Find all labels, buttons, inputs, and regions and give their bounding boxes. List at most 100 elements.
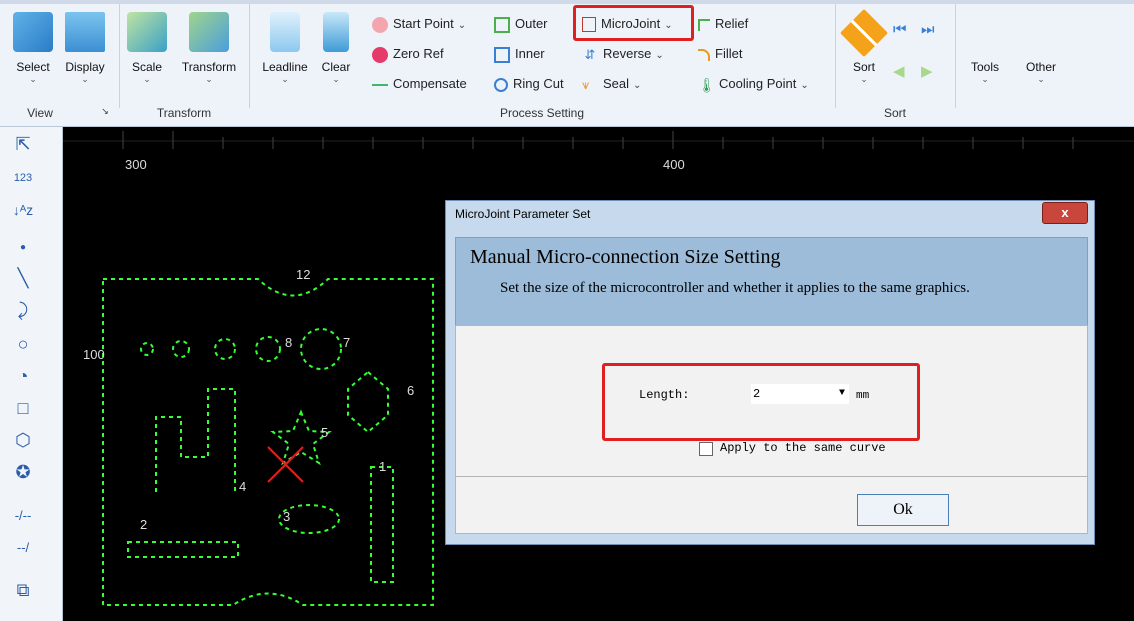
ruler-ticks <box>63 131 1134 149</box>
number-icon[interactable]: 123 <box>10 165 36 191</box>
chevron-down-icon: ⌄ <box>981 74 989 84</box>
ruler-label-400: 400 <box>663 157 685 172</box>
arc-icon[interactable]: ◔ <box>10 363 36 389</box>
leadline-icon <box>270 12 300 52</box>
relief-icon <box>698 18 710 31</box>
compensate-button[interactable]: Compensate <box>372 74 467 94</box>
dialog-launcher-icon[interactable]: ↘ <box>98 106 112 117</box>
seal-button[interactable]: ⩛ Seal ⌄ <box>582 74 641 94</box>
point-icon[interactable]: ● <box>10 235 36 261</box>
star-icon[interactable]: ✪ <box>10 459 36 485</box>
circle-icon[interactable]: ○ <box>10 331 36 357</box>
length-dropdown[interactable]: 2 ▼ <box>751 384 849 404</box>
part-number: 3 <box>283 509 291 524</box>
apply-same-curve-label: Apply to the same curve <box>720 441 886 455</box>
array-icon[interactable]: ⧉ <box>10 577 36 603</box>
chevron-down-icon: ⌄ <box>1037 74 1045 84</box>
line-icon[interactable]: ╲ <box>10 265 36 291</box>
sort-az-icon[interactable]: ↓ᴬz <box>10 197 36 223</box>
clear-button[interactable]: Clear ⌄ <box>312 12 360 84</box>
part-number: 5 <box>321 425 329 440</box>
hole-3 <box>214 338 236 360</box>
fillet-icon <box>698 48 710 61</box>
part-paths <box>102 278 434 606</box>
scale-button[interactable]: Scale ⌄ <box>118 12 176 84</box>
zero-ref-button[interactable]: Zero Ref <box>372 44 444 64</box>
fillet-button[interactable]: Fillet <box>698 44 742 64</box>
dialog-title: MicroJoint Parameter Set <box>455 207 591 221</box>
dialog-body: Length: 2 ▼ mm Apply to the same curve <box>455 325 1088 477</box>
seal-icon: ⩛ <box>582 76 590 92</box>
zero-ref-icon <box>372 46 388 63</box>
chevron-down-icon: ⌄ <box>332 74 340 84</box>
group-label-sort: Sort <box>883 106 906 120</box>
chevron-down-icon: ⌄ <box>633 80 642 91</box>
dropdown-arrow-icon: ▼ <box>838 388 845 399</box>
select-icon <box>13 12 53 52</box>
rectangle-icon[interactable]: □ <box>10 395 36 421</box>
polyline-icon[interactable]: ⤸ <box>10 297 36 323</box>
sort-icon <box>839 8 889 58</box>
ring-cut-button[interactable]: Ring Cut <box>494 74 564 94</box>
ruler-label-100: 100 <box>83 347 105 362</box>
skip-last-icon: ⏭ <box>921 21 935 38</box>
close-button[interactable]: x <box>1042 202 1088 224</box>
first-button[interactable]: ⏮ <box>893 20 907 40</box>
transform-button[interactable]: Transform ⌄ <box>180 12 238 84</box>
polygon-icon[interactable]: ⬡ <box>10 427 36 453</box>
dialog-heading: Manual Micro-connection Size Setting <box>470 246 781 268</box>
reverse-button[interactable]: ⇵ Reverse ⌄ <box>582 44 664 64</box>
part-number: 6 <box>407 383 415 398</box>
skip-first-icon: ⏮ <box>893 21 907 38</box>
hole-7 <box>300 328 342 370</box>
ruler-label-300: 300 <box>125 157 147 172</box>
pointer-icon[interactable]: ⇱ <box>10 131 36 157</box>
apply-same-curve-checkbox[interactable] <box>699 442 713 456</box>
dialog-description: Set the size of the microcontroller and … <box>500 280 970 296</box>
chevron-down-icon: ⌄ <box>143 74 151 84</box>
other-button[interactable]: Other ⌄ <box>1016 60 1066 84</box>
chevron-down-icon: ⌄ <box>205 74 213 84</box>
outer-button[interactable]: Outer <box>494 14 548 34</box>
part-number: 8 <box>285 335 293 350</box>
ok-button[interactable]: Ok <box>857 494 949 526</box>
outer-icon <box>494 16 510 33</box>
slot-bottom-left <box>127 541 239 558</box>
chevron-down-icon: ⌄ <box>860 74 868 84</box>
slot-left <box>155 388 236 492</box>
microjoint-dialog: MicroJoint Parameter Set x Manual Micro-… <box>445 200 1095 545</box>
display-button[interactable]: Display ⌄ <box>56 12 114 84</box>
start-point-button[interactable]: Start Point ⌄ <box>372 14 466 34</box>
select-button[interactable]: Select ⌄ <box>4 12 62 84</box>
monitor-icon <box>65 12 105 52</box>
next-button[interactable]: ▶ <box>921 62 933 82</box>
dash-line-icon[interactable]: -/-- <box>10 503 36 529</box>
scale-icon <box>127 12 167 52</box>
prev-icon: ◀ <box>893 63 905 80</box>
relief-button[interactable]: Relief <box>698 14 748 34</box>
thermometer-icon: 🌡 <box>698 76 716 93</box>
chevron-down-icon: ⌄ <box>281 74 289 84</box>
chevron-down-icon: ⌄ <box>457 20 467 31</box>
chevron-down-icon: ⌄ <box>655 50 664 61</box>
tools-button[interactable]: Tools ⌄ <box>960 60 1010 84</box>
leadline-button[interactable]: Leadline ⌄ <box>256 12 314 84</box>
reverse-icon: ⇵ <box>584 46 596 62</box>
inner-icon <box>494 46 510 63</box>
inner-button[interactable]: Inner <box>494 44 545 64</box>
cooling-point-button[interactable]: 🌡 Cooling Point ⌄ <box>698 74 809 94</box>
part-number: 7 <box>343 335 351 350</box>
part-number: 1 <box>379 459 387 474</box>
part-number: 2 <box>140 517 148 532</box>
sort-button[interactable]: Sort ⌄ <box>836 8 892 84</box>
transform-icon <box>189 12 229 52</box>
compensate-icon <box>372 83 388 86</box>
dialog-footer: Ok <box>455 476 1088 534</box>
part-number: 4 <box>239 479 247 494</box>
length-value: 2 <box>753 387 761 401</box>
trash-icon <box>323 12 349 52</box>
prev-button[interactable]: ◀ <box>893 62 905 82</box>
dash-line-2-icon[interactable]: --/ <box>10 535 36 561</box>
left-toolbar: ⇱ 123 ↓ᴬz ● ╲ ⤸ ○ ◔ □ ⬡ ✪ -/-- --/ ⧉ <box>0 127 63 621</box>
last-button[interactable]: ⏭ <box>921 20 935 40</box>
